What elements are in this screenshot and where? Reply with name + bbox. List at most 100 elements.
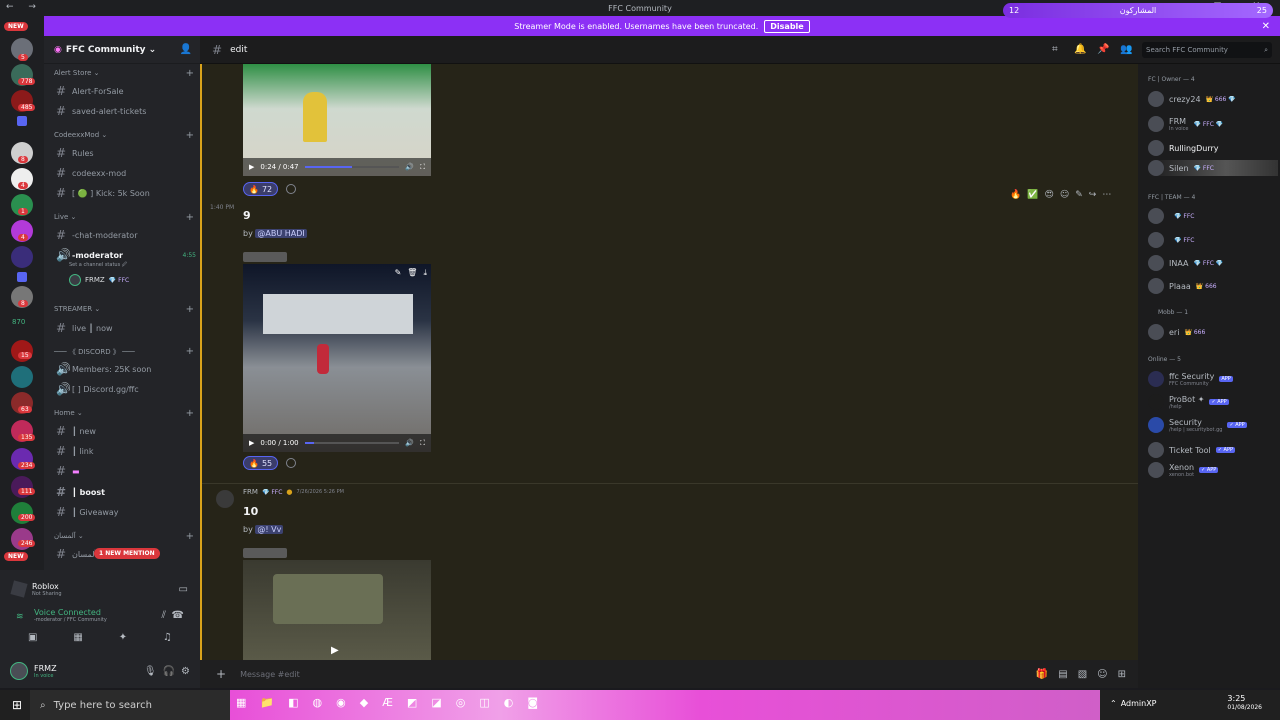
folder-icon[interactable] bbox=[17, 116, 27, 126]
after-effects-icon[interactable]: Æ bbox=[382, 696, 393, 709]
discord-icon[interactable]: ◙ bbox=[527, 696, 538, 709]
member-item[interactable]: Ticket Tool ✓ APP bbox=[1148, 442, 1278, 458]
pin-icon[interactable]: 📌 bbox=[1097, 44, 1109, 55]
discord-icon[interactable]: ◉ bbox=[336, 696, 346, 709]
more-icon[interactable]: ⋯ bbox=[1102, 190, 1111, 200]
member-list-icon[interactable]: 👥 bbox=[1120, 44, 1132, 55]
play-icon[interactable]: ▶ bbox=[249, 163, 254, 171]
vscode-icon[interactable]: ◧ bbox=[288, 696, 298, 709]
add-channel-icon[interactable]: + bbox=[186, 346, 194, 357]
gif-icon[interactable]: ▤ bbox=[1058, 669, 1067, 680]
fullscreen-icon[interactable]: ⛶ bbox=[420, 439, 425, 448]
close-icon[interactable]: ✕ bbox=[1262, 21, 1270, 32]
member-item[interactable]: eri 👑 666 bbox=[1148, 324, 1278, 340]
edit-icon[interactable]: ✎ bbox=[395, 268, 402, 278]
user-mention[interactable]: @! Vv bbox=[255, 525, 284, 534]
channel-giveaway[interactable]: # ┃ Giveaway bbox=[56, 505, 196, 519]
member-item[interactable]: FRM In voice 💎 FFC 💎 bbox=[1148, 116, 1278, 132]
play-icon[interactable]: ▶ bbox=[249, 439, 254, 447]
gear-icon[interactable]: ⚙ bbox=[181, 666, 190, 677]
download-icon[interactable]: ⤓ bbox=[423, 268, 427, 278]
add-channel-icon[interactable]: + bbox=[186, 68, 194, 79]
fire-icon[interactable]: 🔥 bbox=[1010, 190, 1021, 200]
channel-alert-forsale[interactable]: # Alert-ForSale bbox=[56, 84, 196, 98]
member-item[interactable]: ffc Security FFC Community APP bbox=[1148, 371, 1278, 387]
camera-off-icon[interactable]: ▣ bbox=[28, 632, 37, 648]
video-progress[interactable] bbox=[304, 166, 400, 168]
apps-icon[interactable]: ⊞ bbox=[1118, 669, 1126, 680]
video-progress[interactable] bbox=[304, 442, 400, 444]
server-icon[interactable] bbox=[11, 246, 33, 268]
reply-icon[interactable]: ↪ bbox=[1089, 190, 1097, 200]
folder-icon[interactable] bbox=[17, 272, 27, 282]
channel-rules[interactable]: # Rules bbox=[56, 146, 196, 160]
member-item[interactable]: 💎 FFC bbox=[1148, 232, 1278, 248]
user-info[interactable]: FRMZ In voice 🎙 🎧 ⚙ bbox=[10, 660, 190, 682]
channel-chat-moderator[interactable]: # -chat-moderator bbox=[56, 228, 196, 242]
author-name[interactable]: FRM bbox=[243, 488, 258, 496]
member-item[interactable]: crezy24 👑 666 💎 bbox=[1148, 91, 1278, 107]
emoji-icon[interactable]: 😍 bbox=[1044, 190, 1053, 200]
server-icon[interactable] bbox=[11, 366, 33, 388]
activity-card[interactable]: Roblox Not Sharing ▭ bbox=[10, 576, 188, 602]
app-icon[interactable]: ◪ bbox=[431, 696, 441, 709]
voice-channel-moderator[interactable]: 🔊 -moderator 4:55 bbox=[56, 248, 196, 262]
member-item[interactable]: Plaaa 👑 666 bbox=[1148, 278, 1278, 294]
channel-codeexx-mod[interactable]: # codeexx-mod bbox=[56, 166, 196, 180]
sticker-icon[interactable]: ▧ bbox=[1078, 669, 1087, 680]
channel-link[interactable]: # ┃ link bbox=[56, 444, 196, 458]
search-input[interactable]: Search FFC Community ⌕ bbox=[1142, 42, 1272, 58]
volume-icon[interactable]: 🔊 bbox=[405, 163, 414, 171]
reaction-fire[interactable]: 🔥 72 bbox=[243, 182, 279, 196]
message-composer[interactable]: + Message #edit 🎁 ▤ ▧ ☺ ⊞ bbox=[200, 660, 1138, 688]
screen-share-icon[interactable]: ▦ bbox=[73, 632, 82, 648]
user-mention[interactable]: @ABU HADI bbox=[255, 229, 307, 238]
category-codeexxmod[interactable]: CodeexxMod ⌄ + bbox=[54, 130, 194, 141]
fullscreen-icon[interactable]: ⛶ bbox=[420, 163, 425, 172]
category-streamer[interactable]: STREAMER ⌄ + bbox=[54, 304, 194, 315]
soundboard-icon[interactable]: ♫ bbox=[163, 632, 172, 648]
steam-icon[interactable]: ◎ bbox=[456, 696, 466, 709]
channel-emoji[interactable]: # ▬ bbox=[56, 464, 196, 478]
add-reaction-icon[interactable] bbox=[286, 184, 296, 194]
member-item[interactable]: Security/help | securitybot.gg ✓ APP bbox=[1148, 417, 1278, 433]
video-attachment[interactable]: ✎ 🗑 ⤓ ▶ 0:00 / 1:00 🔊 ⛶ bbox=[243, 264, 431, 452]
play-icon[interactable]: ▶ bbox=[331, 645, 339, 656]
add-channel-icon[interactable]: + bbox=[186, 304, 194, 315]
bell-icon[interactable]: 🔔 bbox=[1074, 44, 1086, 55]
voice-user[interactable]: FRMZ 💎 FFC bbox=[69, 274, 129, 286]
reaction-fire[interactable]: 🔥 55 bbox=[243, 456, 279, 470]
chrome-icon[interactable]: ◍ bbox=[313, 696, 323, 709]
app-icon[interactable]: ◩ bbox=[407, 696, 417, 709]
threads-icon[interactable]: ⌗ bbox=[1052, 44, 1058, 55]
add-member-icon[interactable]: 👤 bbox=[180, 44, 192, 55]
attach-plus-icon[interactable]: + bbox=[216, 667, 226, 681]
taskbar-search[interactable]: ⌕ Type here to search bbox=[30, 690, 230, 720]
share-screen-icon[interactable]: ▭ bbox=[179, 584, 188, 595]
app-icon[interactable]: ◐ bbox=[504, 696, 514, 709]
windows-icon[interactable]: ⊞ bbox=[12, 698, 22, 712]
volume-icon[interactable]: 🔊 bbox=[405, 439, 414, 447]
new-mention-badge[interactable]: 1 NEW MENTION bbox=[94, 548, 160, 559]
tray-arrow-icon[interactable]: ⌃ bbox=[1110, 699, 1117, 708]
headphones-icon[interactable]: 🎧 bbox=[163, 666, 175, 677]
category-arabic[interactable]: آلمسان ⌄ + bbox=[54, 531, 194, 542]
channel-saved-alert-tickets[interactable]: # saved-alert-tickets bbox=[56, 104, 196, 118]
check-icon[interactable]: ✅ bbox=[1027, 190, 1038, 200]
avatar[interactable] bbox=[216, 490, 234, 508]
emoji-icon[interactable]: ☺ bbox=[1097, 669, 1107, 680]
file-explorer-icon[interactable]: 📁 bbox=[260, 696, 274, 709]
add-channel-icon[interactable]: + bbox=[186, 408, 194, 419]
trash-icon[interactable]: 🗑 bbox=[407, 268, 417, 278]
app-icon[interactable]: ◫ bbox=[479, 696, 489, 709]
add-reaction-icon[interactable] bbox=[286, 458, 296, 468]
channel-kick[interactable]: # [ 🟢 ] Kick: 5k Soon bbox=[56, 186, 196, 200]
activities-icon[interactable]: ✦ bbox=[119, 632, 127, 648]
channel-live-now[interactable]: # live ┃ now bbox=[56, 321, 196, 335]
member-item[interactable]: ProBot ✦/help ✓ APP bbox=[1148, 394, 1278, 410]
category-live[interactable]: Live ⌄ + bbox=[54, 212, 194, 223]
category-home[interactable]: Home ⌄ + bbox=[54, 408, 194, 419]
disconnect-icon[interactable]: ☎ bbox=[172, 610, 184, 621]
member-item[interactable]: 💎 FFC bbox=[1148, 208, 1278, 224]
edit-icon[interactable]: ✎ bbox=[1075, 190, 1083, 200]
